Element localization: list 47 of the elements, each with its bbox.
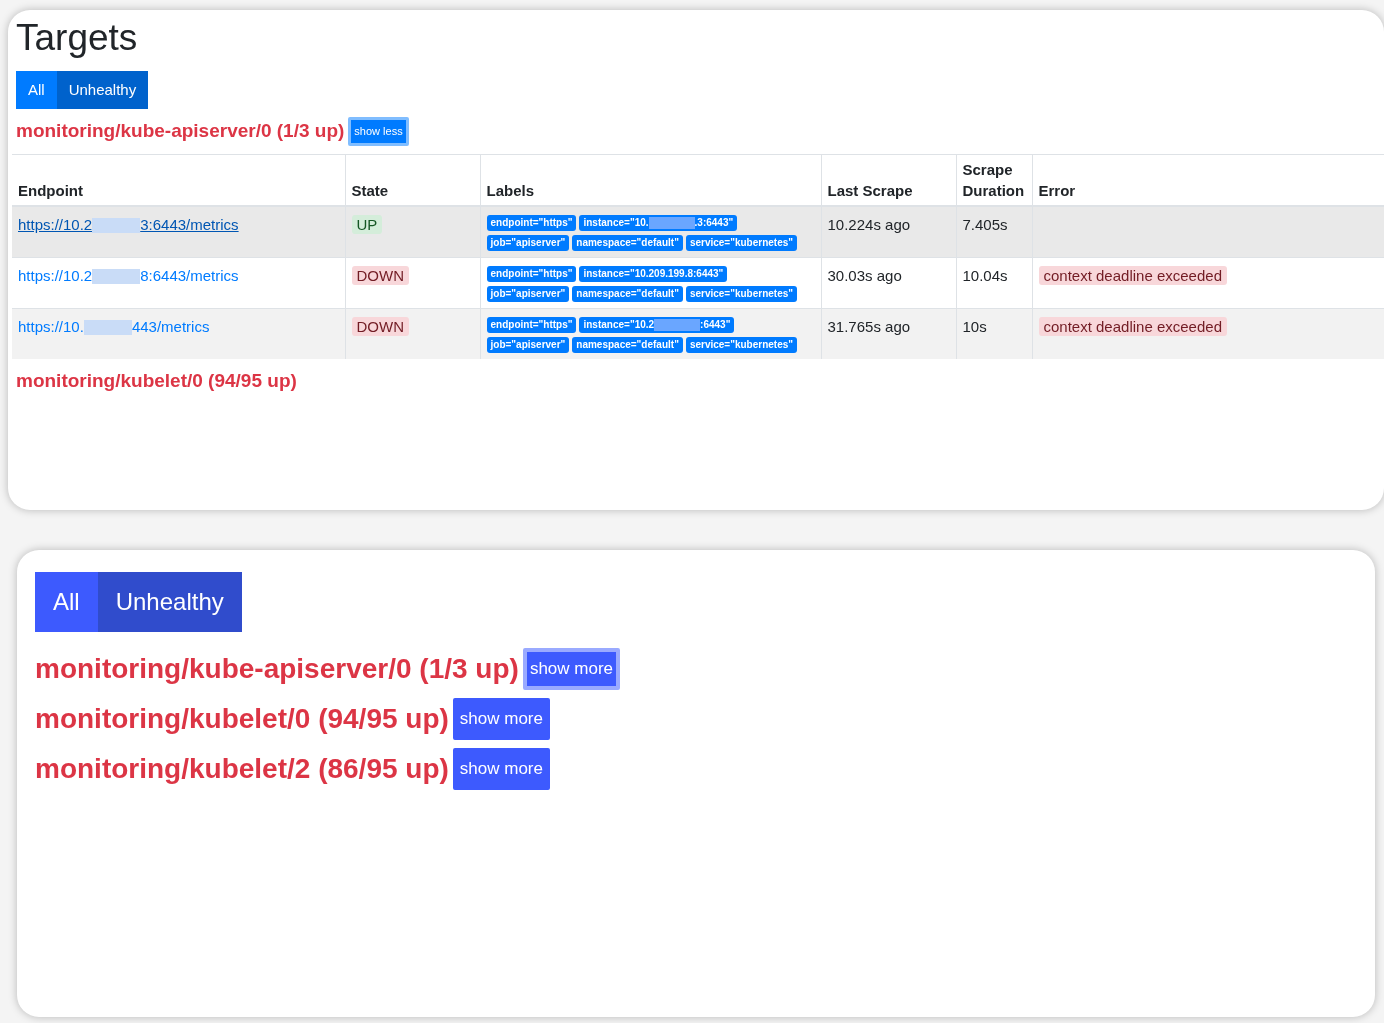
label-badge: service="kubernetes" (685, 234, 798, 251)
group-heading: monitoring/kubelet/2 (86/95 up) (35, 752, 449, 786)
label-badge: namespace="default" (572, 234, 683, 251)
group-heading: monitoring/kube-apiserver/0 (1/3 up) (35, 652, 519, 686)
filter-button[interactable]: All (16, 70, 57, 110)
duration-text: 10s (962, 317, 987, 335)
label-badge: job="apiserver" (486, 234, 570, 251)
last-scrape-text: 31.765s ago (827, 317, 911, 335)
label-badge: endpoint="https" (486, 214, 577, 231)
label-badge: service="kubernetes" (685, 336, 798, 353)
error-badge: context deadline exceeded (1038, 265, 1227, 286)
column-header: State (345, 154, 480, 206)
last-scrape-text: 30.03s ago (827, 266, 902, 284)
filter-button[interactable]: Unhealthy (97, 572, 242, 632)
toggle-button[interactable]: show more (452, 698, 550, 740)
label-badge: namespace="default" (572, 285, 683, 302)
label-badge: instance="10. .3:6443" (579, 214, 738, 231)
label-badge: endpoint="https" (486, 316, 577, 333)
page-title: Targets (16, 18, 139, 59)
label-badge: job="apiserver" (486, 285, 570, 302)
toggle-button[interactable]: show less (348, 117, 409, 146)
column-header: Scrape Duration (956, 154, 1032, 206)
column-header: Labels (480, 154, 821, 206)
endpoint-link[interactable]: https://10.2 8:6443/metrics (18, 266, 239, 284)
toggle-button[interactable]: show more (522, 648, 620, 690)
group-heading: monitoring/kubelet/0 (94/95 up) (16, 368, 297, 393)
error-badge: context deadline exceeded (1038, 316, 1227, 337)
label-badge: instance="10.209.199.8:6443" (579, 265, 728, 282)
column-header: Error (1032, 154, 1384, 206)
state-badge: UP (351, 214, 383, 235)
group-heading: monitoring/kube-apiserver/0 (1/3 up) (16, 119, 345, 144)
duration-text: 10.04s (962, 266, 1008, 284)
group-heading: monitoring/kubelet/0 (94/95 up) (35, 702, 449, 736)
label-badge: job="apiserver" (486, 336, 570, 353)
filter-button[interactable]: All (35, 572, 98, 632)
last-scrape-text: 10.224s ago (827, 215, 911, 233)
column-header: Last Scrape (821, 154, 956, 206)
toggle-button[interactable]: show more (452, 748, 550, 790)
state-badge: DOWN (351, 265, 409, 286)
label-badge: instance="10.2 :6443" (579, 316, 735, 333)
label-badge: namespace="default" (572, 336, 683, 353)
label-badge: endpoint="https" (486, 265, 577, 282)
column-header: Endpoint (12, 154, 345, 206)
label-badge: service="kubernetes" (685, 285, 798, 302)
filter-button[interactable]: Unhealthy (56, 70, 149, 110)
duration-text: 7.405s (962, 215, 1008, 233)
state-badge: DOWN (351, 316, 409, 337)
